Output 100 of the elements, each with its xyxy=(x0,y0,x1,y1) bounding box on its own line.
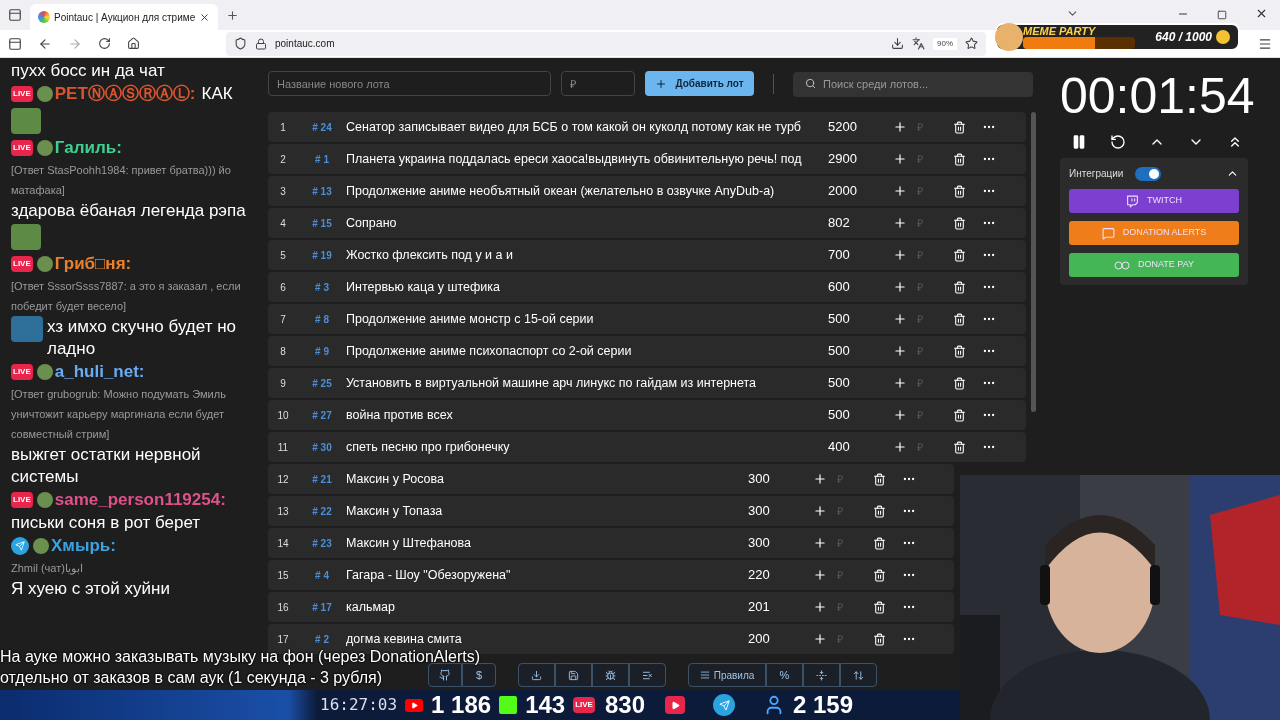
bid-field[interactable]: ₽ xyxy=(917,118,947,136)
amount-field[interactable]: ₽ xyxy=(561,71,635,96)
delete-icon[interactable] xyxy=(953,216,966,230)
save-button[interactable] xyxy=(555,663,592,687)
sidebar-icon[interactable] xyxy=(8,36,22,51)
delete-icon[interactable] xyxy=(953,312,966,326)
browser-tab[interactable]: Pointauc | Аукцион для стриме xyxy=(30,4,219,30)
tab-list-icon[interactable] xyxy=(8,8,22,22)
add-icon[interactable] xyxy=(893,184,907,198)
bid-field[interactable]: ₽ xyxy=(837,502,867,520)
lot-row[interactable]: 4 # 15 Сопрано 802 ₽ xyxy=(268,208,1027,238)
new-tab-icon[interactable] xyxy=(226,9,240,22)
add-icon[interactable] xyxy=(813,600,827,614)
delete-icon[interactable] xyxy=(953,184,966,198)
lot-row[interactable]: 2 # 1 Планета украина поддалась ереси хаоса!выдвинуть обвинительную речь! под 2900 ₽ xyxy=(268,144,1027,174)
close-icon[interactable] xyxy=(1255,7,1268,20)
delete-icon[interactable] xyxy=(953,152,966,166)
add-icon[interactable] xyxy=(813,632,827,646)
add-icon[interactable] xyxy=(813,536,827,550)
bid-field[interactable]: ₽ xyxy=(917,406,947,424)
menu-icon[interactable] xyxy=(1258,36,1272,51)
delete-icon[interactable] xyxy=(873,632,886,646)
bid-field[interactable]: ₽ xyxy=(837,566,867,584)
lot-row[interactable]: 10 # 27 война против всех 500 ₽ xyxy=(268,400,1027,430)
shield-icon[interactable] xyxy=(234,37,247,50)
download-button[interactable] xyxy=(518,663,555,687)
add-icon[interactable] xyxy=(893,248,907,262)
bid-field[interactable]: ₽ xyxy=(917,438,947,456)
sort-button[interactable] xyxy=(840,663,877,687)
delete-icon[interactable] xyxy=(953,440,966,454)
delete-icon[interactable] xyxy=(953,280,966,294)
bid-field[interactable]: ₽ xyxy=(917,246,947,264)
add-icon[interactable] xyxy=(893,120,907,134)
delete-icon[interactable] xyxy=(873,536,886,550)
add-icon[interactable] xyxy=(893,152,907,166)
translate-icon[interactable] xyxy=(912,37,925,50)
bid-field[interactable]: ₽ xyxy=(917,278,947,296)
add-icon[interactable] xyxy=(893,280,907,294)
percent-button[interactable]: % xyxy=(766,663,803,687)
add-icon[interactable] xyxy=(893,344,907,358)
bid-field[interactable]: ₽ xyxy=(837,470,867,488)
delete-icon[interactable] xyxy=(873,472,886,486)
integration-button[interactable]: TWITCH xyxy=(1069,189,1239,213)
search-field[interactable]: Поиск среди лотов... xyxy=(793,71,1033,97)
delete-icon[interactable] xyxy=(873,568,886,582)
restore-icon[interactable] xyxy=(1217,10,1227,20)
bid-field[interactable]: ₽ xyxy=(917,182,947,200)
back-icon[interactable] xyxy=(38,36,52,51)
download-icon[interactable] xyxy=(891,37,904,50)
lot-row[interactable]: 13 # 22 Максин у Топаза 300 ₽ xyxy=(268,496,954,526)
lot-row[interactable]: 12 # 21 Максин у Росова 300 ₽ xyxy=(268,464,954,494)
home-icon[interactable] xyxy=(127,37,140,50)
bug-button[interactable] xyxy=(592,663,629,687)
add-icon[interactable] xyxy=(813,504,827,518)
add-lot-button[interactable]: Добавить лот xyxy=(645,71,754,96)
lot-row[interactable]: 8 # 9 Продолжение аниме психопаспорт со 2-ой серии 500 ₽ xyxy=(268,336,1027,366)
bid-field[interactable]: ₽ xyxy=(837,534,867,552)
add-icon[interactable] xyxy=(813,472,827,486)
add-icon[interactable] xyxy=(893,312,907,326)
zoom-level[interactable]: 90% xyxy=(933,37,957,50)
clear-list-button[interactable] xyxy=(629,663,666,687)
bid-field[interactable]: ₽ xyxy=(837,630,867,648)
compress-button[interactable] xyxy=(803,663,840,687)
bid-field[interactable]: ₽ xyxy=(837,598,867,616)
lot-row[interactable]: 7 # 8 Продолжение аниме монстр с 15-ой серии 500 ₽ xyxy=(268,304,1027,334)
add-icon[interactable] xyxy=(813,568,827,582)
lot-row[interactable]: 14 # 23 Максин у Штефанова 300 ₽ xyxy=(268,528,954,558)
lot-row[interactable]: 6 # 3 Интервью каца у штефика 600 ₽ xyxy=(268,272,1027,302)
bid-field[interactable]: ₽ xyxy=(917,310,947,328)
bookmark-icon[interactable] xyxy=(965,37,978,50)
add-icon[interactable] xyxy=(893,216,907,230)
reload-icon[interactable] xyxy=(98,37,111,50)
lot-row[interactable]: 3 # 13 Продолжение аниме необъятный океан (желательно в озвучке AnyDub-а) 2000 ₽ xyxy=(268,176,1027,206)
integrations-toggle[interactable] xyxy=(1135,166,1162,181)
bid-field[interactable]: ₽ xyxy=(917,150,947,168)
delete-icon[interactable] xyxy=(873,600,886,614)
delete-icon[interactable] xyxy=(953,120,966,134)
close-icon[interactable] xyxy=(199,11,211,23)
bid-field[interactable]: ₽ xyxy=(917,214,947,232)
delete-icon[interactable] xyxy=(953,376,966,390)
lot-row[interactable]: 1 # 24 Сенатор записывает видео для БСБ о том какой он куколд потому как не турб 5200 ₽ xyxy=(268,112,1027,142)
bid-field[interactable]: ₽ xyxy=(917,374,947,392)
reset-icon[interactable] xyxy=(1110,134,1127,150)
bid-field[interactable]: ₽ xyxy=(917,342,947,360)
address-bar[interactable]: pointauc.com 90% xyxy=(226,31,986,56)
lot-name-field[interactable]: Название нового лота xyxy=(268,71,551,96)
delete-icon[interactable] xyxy=(953,248,966,262)
lot-row[interactable]: 15 # 4 Гагара - Шоу "Обезоружена" 220 ₽ xyxy=(268,560,954,590)
add-icon[interactable] xyxy=(893,440,907,454)
lot-row[interactable]: 11 # 30 спеть песню про грибонечку 400 ₽ xyxy=(268,432,1027,462)
add-icon[interactable] xyxy=(893,376,907,390)
delete-icon[interactable] xyxy=(873,504,886,518)
lot-row[interactable]: 9 # 25 Установить в виртуальной машине арч линукс по гайдам из интернета 500 ₽ xyxy=(268,368,1027,398)
rules-button[interactable]: Правила xyxy=(688,663,766,687)
lot-row[interactable]: 5 # 19 Жостко флексить под у и а и 700 ₽ xyxy=(268,240,1027,270)
delete-icon[interactable] xyxy=(953,408,966,422)
lock-icon[interactable] xyxy=(255,37,267,50)
lot-row[interactable]: 16 # 17 кальмар 201 ₽ xyxy=(268,592,954,622)
github-button[interactable] xyxy=(428,663,462,687)
delete-icon[interactable] xyxy=(953,344,966,358)
